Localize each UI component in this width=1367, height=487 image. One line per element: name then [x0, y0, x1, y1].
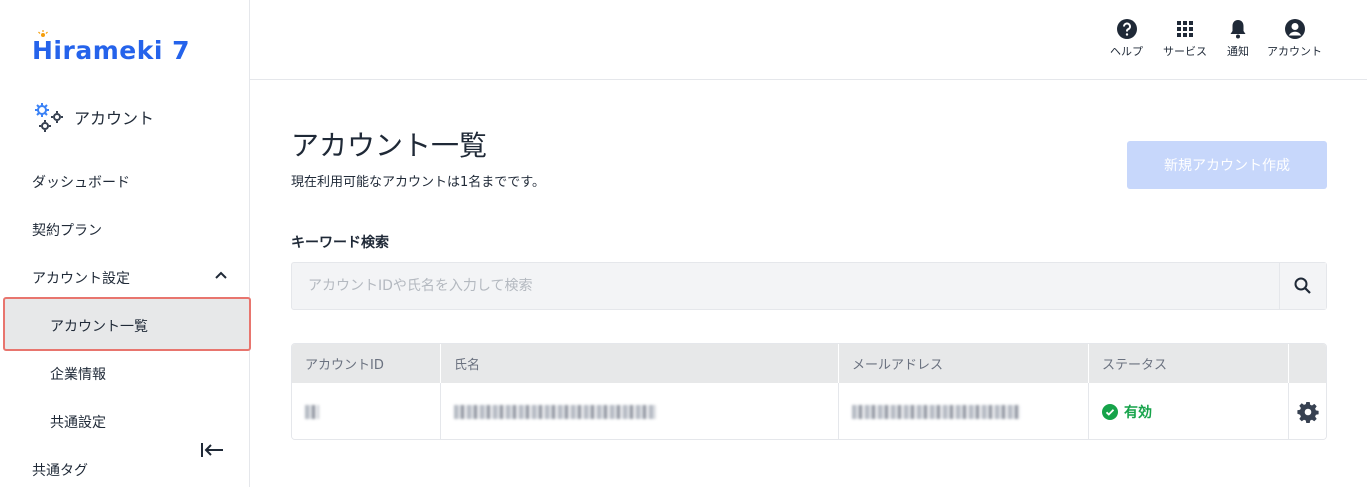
notifications-label: 通知: [1227, 45, 1249, 58]
cell-actions: [1289, 383, 1326, 439]
app-title-label: アカウント: [74, 109, 155, 128]
sidebar-item-company-info[interactable]: 企業情報: [50, 364, 106, 384]
bell-icon: [1230, 20, 1246, 39]
sidebar-item-account-list[interactable]: アカウント一覧: [50, 316, 148, 336]
column-header-status: ステータス: [1089, 344, 1289, 383]
cell-email: [839, 383, 1089, 439]
sidebar-item-common-settings[interactable]: 共通設定: [50, 412, 106, 432]
table-header: アカウントID 氏名 メールアドレス ステータス: [292, 344, 1326, 383]
page-description: 現在利用可能なアカウントは1名までです。: [291, 175, 545, 190]
services-button[interactable]: サービス: [1163, 18, 1207, 59]
top-header: ヘルプ サービス 通知 アカウント: [250, 0, 1367, 80]
table-row: 有効: [292, 383, 1326, 439]
gear-icon[interactable]: [1297, 401, 1319, 423]
accounts-table: アカウントID 氏名 メールアドレス ステータス 有効: [291, 343, 1327, 440]
cell-status: 有効: [1089, 383, 1289, 439]
sidebar-item-account-settings[interactable]: アカウント設定: [32, 268, 130, 288]
search-input[interactable]: [292, 263, 1280, 309]
page-title: アカウント一覧: [291, 129, 488, 162]
help-icon: [1116, 19, 1137, 39]
search-icon: [1294, 277, 1311, 294]
account-button[interactable]: アカウント: [1267, 18, 1322, 59]
column-header-actions: [1289, 344, 1326, 383]
help-button[interactable]: ヘルプ: [1110, 18, 1143, 59]
chevron-up-icon[interactable]: [213, 268, 229, 284]
logo-text: Hirameki 7: [32, 35, 190, 65]
services-label: サービス: [1163, 45, 1207, 58]
column-header-name: 氏名: [441, 344, 839, 383]
redacted-email: [852, 404, 1020, 419]
gears-icon: [35, 103, 63, 132]
search-box: [291, 262, 1327, 310]
column-header-account-id: アカウントID: [292, 344, 441, 383]
app-title: アカウント: [32, 100, 154, 134]
check-circle-icon: [1102, 403, 1118, 420]
redacted-name: [454, 404, 656, 419]
cell-account-id: [292, 383, 441, 439]
brand-logo[interactable]: Hirameki 7: [32, 30, 190, 68]
sidebar-item-contract-plan[interactable]: 契約プラン: [32, 220, 102, 240]
user-circle-icon: [1284, 19, 1305, 39]
notifications-button[interactable]: 通知: [1227, 18, 1249, 59]
sidebar-item-dashboard[interactable]: ダッシュボード: [32, 172, 130, 192]
help-label: ヘルプ: [1110, 45, 1143, 58]
account-label: アカウント: [1267, 45, 1322, 58]
create-account-button[interactable]: 新規アカウント作成: [1127, 141, 1327, 189]
lightbulb-logo-icon: [38, 30, 48, 37]
column-header-email: メールアドレス: [839, 344, 1089, 383]
search-label: キーワード検索: [291, 235, 389, 251]
search-button[interactable]: [1279, 263, 1326, 309]
redacted-account-id: [305, 404, 319, 419]
sidebar: Hirameki 7 アカウント ダッシュボード 契約プラン アカウント設定 ア…: [0, 0, 251, 487]
collapse-sidebar-icon[interactable]: [198, 440, 226, 460]
status-badge: 有効: [1102, 402, 1152, 422]
cell-name: [441, 383, 839, 439]
grid-icon: [1177, 21, 1193, 37]
status-text: 有効: [1124, 404, 1152, 421]
sidebar-item-common-tags[interactable]: 共通タグ: [32, 460, 88, 480]
